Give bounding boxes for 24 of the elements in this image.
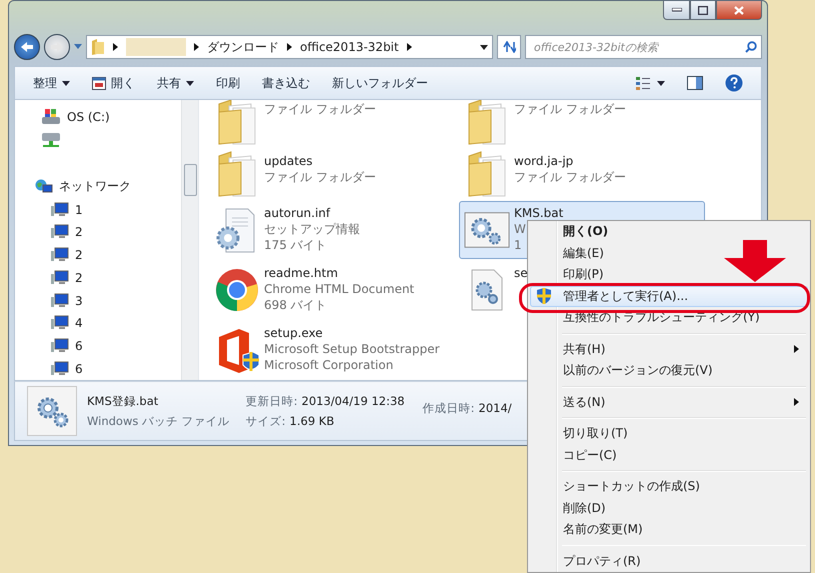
file-info: Chrome HTML Document <box>264 281 414 297</box>
file-info: ファイル フォルダー <box>514 169 626 185</box>
file-property: 作成日時: 2014/ <box>422 401 512 416</box>
file-property: サイズ: 1.69 KB <box>246 414 336 428</box>
file-name: updates <box>264 153 314 169</box>
file-info: 175 バイト <box>264 237 328 253</box>
file-info: Microsoft Corporation <box>264 357 394 373</box>
file-info: 698 バイト <box>264 297 328 313</box>
file-name: KMS登録.bat <box>87 394 160 408</box>
file-name: autorun.inf <box>264 205 332 221</box>
file-name: setup.exe <box>264 325 324 341</box>
file-type: Windows バッチ ファイル <box>87 414 230 428</box>
file-info: ファイル フォルダー <box>264 101 376 117</box>
file-info: Microsoft Setup Bootstrapper <box>264 341 440 357</box>
file-info: セットアップ情報 <box>264 221 360 237</box>
file-name: KMS.bat <box>514 205 564 221</box>
file-property: 更新日時: 2013/04/19 12:38 <box>246 394 405 408</box>
file-info: ファイル フォルダー <box>514 101 626 117</box>
file-name: se <box>514 265 528 281</box>
file-name: readme.htm <box>264 265 339 281</box>
file-info: W <box>514 221 527 237</box>
file-name: word.ja-jp <box>514 153 574 169</box>
file-info: ファイル フォルダー <box>264 169 376 185</box>
file-info: 1 <box>514 237 523 253</box>
